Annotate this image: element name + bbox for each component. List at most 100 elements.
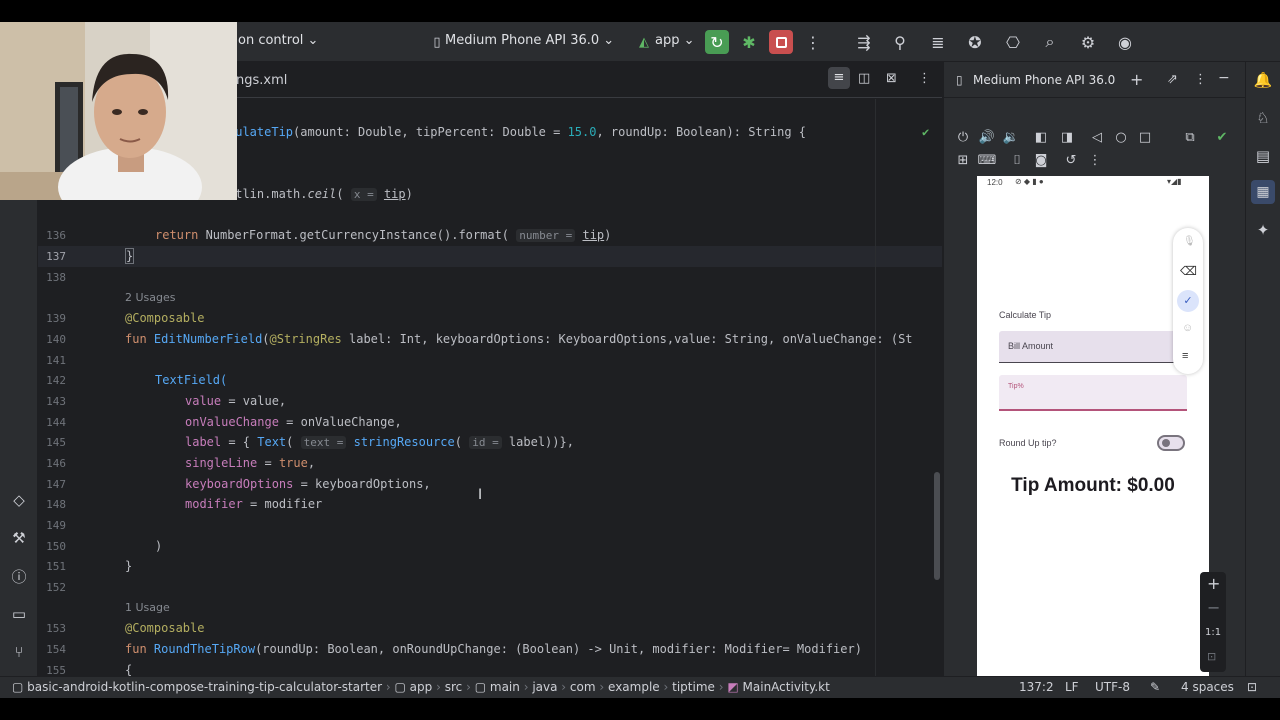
build-variants-icon[interactable]: ⚒ bbox=[7, 526, 31, 550]
emulator-ok-check-icon[interactable]: ✔ bbox=[1212, 127, 1232, 147]
git-icon[interactable]: ⑂ bbox=[7, 640, 31, 664]
rotate-left-icon[interactable]: ◧ bbox=[1031, 127, 1051, 147]
line-number: 139 bbox=[46, 312, 66, 325]
code-line: fun EditNumberField(@StringRes label: In… bbox=[125, 332, 913, 346]
indent-setting[interactable]: 4 spaces bbox=[1181, 680, 1234, 694]
volume-down-icon[interactable]: 🔉 bbox=[1001, 127, 1021, 147]
more-actions-icon[interactable]: ⋮ bbox=[801, 30, 825, 54]
code-line: singleLine = true, bbox=[185, 456, 316, 470]
terminal-icon[interactable]: ▭ bbox=[7, 602, 31, 626]
rotate-right-icon[interactable]: ◨ bbox=[1057, 127, 1077, 147]
volume-up-icon[interactable]: 🔊 bbox=[977, 127, 997, 147]
breadcrumb-item[interactable]: MainActivity.kt bbox=[743, 680, 830, 694]
debug-icon[interactable]: ✱ bbox=[737, 30, 761, 54]
breadcrumb-item[interactable]: app bbox=[410, 680, 433, 694]
build-icon[interactable]: ✪ bbox=[963, 30, 987, 54]
gradle-icon[interactable]: ♘ bbox=[1253, 108, 1273, 128]
snapshot-icon[interactable]: ↺ bbox=[1061, 150, 1081, 170]
back-icon[interactable]: ◁ bbox=[1087, 127, 1107, 147]
breadcrumb-item[interactable]: tiptime bbox=[672, 680, 715, 694]
breadcrumb-item[interactable]: java bbox=[532, 680, 557, 694]
zoom-level[interactable]: 1:1 bbox=[1205, 627, 1221, 638]
search-icon[interactable]: ⌕ bbox=[1038, 30, 1062, 54]
line-number: 137 bbox=[46, 250, 66, 263]
problems-icon[interactable]: ⓘ bbox=[7, 564, 31, 588]
current-line-highlight bbox=[38, 246, 942, 267]
notifications-icon[interactable]: 🔔 bbox=[1253, 70, 1273, 90]
line-number: 151 bbox=[46, 560, 66, 573]
device-manager-icon[interactable]: ⎔ bbox=[1001, 30, 1025, 54]
panel-more-icon[interactable]: ⋮ bbox=[1194, 72, 1207, 87]
no-problems-check-icon[interactable]: ✔ bbox=[922, 125, 929, 139]
done-check-icon[interactable]: ✓ bbox=[1177, 290, 1199, 312]
code-line: otlin.math.ceil( x = tip) bbox=[228, 187, 413, 201]
power-icon[interactable]: ⏻ bbox=[953, 127, 973, 147]
bill-amount-label: Bill Amount bbox=[1008, 341, 1054, 351]
emoji-icon[interactable]: ☺ bbox=[1182, 322, 1193, 334]
breadcrumb-item[interactable]: example bbox=[608, 680, 660, 694]
fit-screen-icon[interactable]: ⊡ bbox=[1207, 650, 1216, 663]
breadcrumb-item[interactable]: basic-android-kotlin-compose-training-ti… bbox=[27, 680, 382, 694]
split-view-icon[interactable]: ◫ bbox=[858, 71, 870, 86]
gemini-icon[interactable]: ◇ bbox=[7, 488, 31, 512]
zoom-in-icon[interactable]: + bbox=[1207, 574, 1220, 593]
usages-hint[interactable]: 2 Usages bbox=[125, 291, 176, 304]
menu-icon[interactable]: ≡ bbox=[1182, 350, 1188, 362]
breadcrumb-item[interactable]: src bbox=[445, 680, 463, 694]
code-line: } bbox=[125, 248, 135, 264]
backspace-icon[interactable]: ⌫ bbox=[1180, 264, 1197, 278]
line-separator[interactable]: LF bbox=[1065, 680, 1079, 694]
running-devices-icon[interactable]: ▦ bbox=[1251, 180, 1275, 204]
tip-percent-field[interactable]: Tip% bbox=[999, 375, 1187, 411]
gradle-sync-icon[interactable]: ⇶ bbox=[852, 30, 876, 54]
settings-gear-icon[interactable]: ⚙ bbox=[1076, 30, 1100, 54]
open-external-icon[interactable]: ⇗ bbox=[1167, 72, 1178, 87]
editor-tab[interactable]: ngs.xml bbox=[236, 73, 287, 88]
overview-icon[interactable]: □ bbox=[1135, 127, 1155, 147]
round-up-switch[interactable] bbox=[1157, 435, 1185, 451]
folder-icon: ▢ bbox=[474, 680, 487, 694]
home-icon[interactable]: ○ bbox=[1111, 127, 1131, 147]
profiler-icon[interactable]: ⚲ bbox=[888, 30, 912, 54]
code-line: value = value, bbox=[185, 394, 287, 408]
signal-battery-icon: ▾◢▮ bbox=[1167, 177, 1182, 186]
code-view-icon[interactable]: ≡ bbox=[828, 67, 850, 89]
stop-button[interactable] bbox=[769, 30, 793, 54]
mic-icon[interactable]: 🎙 bbox=[1183, 236, 1196, 247]
add-device-icon[interactable]: + bbox=[1130, 70, 1143, 89]
vcs-widget[interactable]: on control ⌄ bbox=[238, 33, 318, 48]
switch-thumb bbox=[1162, 439, 1170, 447]
apply-changes-icon[interactable]: ↻ bbox=[705, 30, 729, 54]
bill-amount-field[interactable]: Bill Amount bbox=[999, 331, 1187, 363]
zoom-out-icon[interactable]: − bbox=[1207, 598, 1220, 617]
controls-more-icon[interactable]: ⋮ bbox=[1085, 150, 1105, 170]
design-view-icon[interactable]: ⊠ bbox=[886, 71, 897, 86]
emulator-screen[interactable]: 12:0 ⊘ ◆ ▮ ● ▾◢▮ Calculate Tip Bill Amou… bbox=[977, 176, 1209, 692]
line-number: 138 bbox=[46, 271, 66, 284]
code-style-icon[interactable]: ✎ bbox=[1150, 680, 1160, 694]
running-devices-panel: ▯ Medium Phone API 36.0 + ⇗ ⋮ − ⏻ 🔊 🔉 ◧ … bbox=[943, 62, 1246, 692]
breadcrumb-item[interactable]: com bbox=[570, 680, 596, 694]
screen-mirror-icon[interactable]: ⧉ bbox=[1180, 127, 1200, 147]
file-encoding[interactable]: UTF-8 bbox=[1095, 680, 1130, 694]
emulator-tab[interactable]: Medium Phone API 36.0 bbox=[973, 73, 1115, 87]
screenshot-camera-icon[interactable]: ⌷ bbox=[1007, 150, 1027, 170]
device-explorer-icon[interactable]: ▤ bbox=[1253, 146, 1273, 166]
run-config-selector[interactable]: app ⌄ bbox=[655, 33, 695, 48]
screen-record-icon[interactable]: ◙ bbox=[1031, 150, 1051, 170]
readonly-lock-icon[interactable]: ⊡ bbox=[1247, 680, 1257, 694]
vertical-scrollbar[interactable] bbox=[934, 472, 940, 580]
usages-hint[interactable]: 1 Usage bbox=[125, 601, 170, 614]
caret-position[interactable]: 137:2 bbox=[1019, 680, 1054, 694]
breadcrumb-item[interactable]: main bbox=[490, 680, 520, 694]
gemini-sparkle-icon[interactable]: ✦ bbox=[1253, 220, 1273, 240]
keyboard-icon[interactable]: ⌨ bbox=[977, 150, 997, 170]
fold-icon[interactable]: ⊞ bbox=[953, 150, 973, 170]
tab-more-icon[interactable]: ⋮ bbox=[918, 71, 931, 86]
code-line: fun RoundTheTipRow(roundUp: Boolean, onR… bbox=[125, 642, 862, 656]
android-app-icon: ◭ bbox=[639, 34, 649, 50]
minimize-panel-icon[interactable]: − bbox=[1218, 70, 1230, 86]
account-icon[interactable]: ◉ bbox=[1113, 30, 1137, 54]
sdk-manager-icon[interactable]: ≣ bbox=[926, 30, 950, 54]
device-selector[interactable]: Medium Phone API 36.0 ⌄ bbox=[445, 33, 614, 48]
